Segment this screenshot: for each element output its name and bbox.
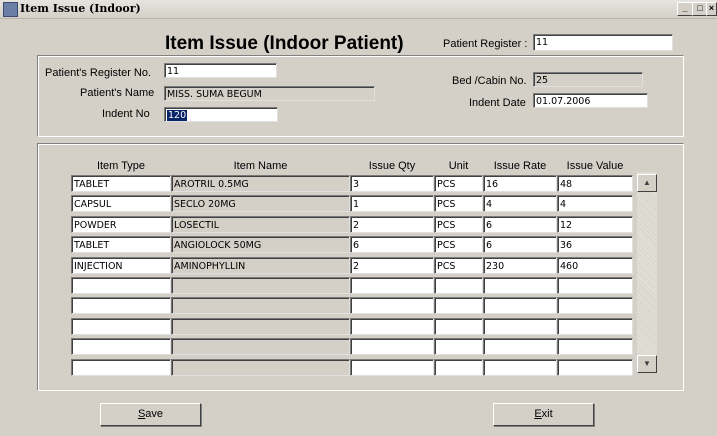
cell-issue-rate[interactable] (483, 297, 557, 314)
cell-unit[interactable] (434, 359, 483, 376)
cell-issue-rate[interactable] (483, 338, 557, 355)
cell-issue-value[interactable]: 36 (557, 236, 633, 253)
cell-item-name (171, 277, 350, 294)
cell-issue-qty[interactable]: 2 (350, 216, 434, 233)
cell-unit[interactable] (434, 318, 483, 335)
patient-name-field: MISS. SUMA BEGUM (164, 86, 375, 101)
cell-item-name: ANGIOLOCK 50MG (171, 236, 350, 253)
indent-date-label: Indent Date (469, 97, 526, 109)
cell-issue-qty[interactable]: 1 (350, 195, 434, 212)
cell-unit[interactable]: PCS (434, 195, 483, 212)
cell-item-name: SECLO 20MG (171, 195, 350, 212)
cell-issue-qty[interactable] (350, 338, 434, 355)
minimize-button[interactable]: _ (677, 2, 693, 16)
grid-scrollbar[interactable]: ▲ ▼ (637, 172, 657, 373)
form-heading: Item Issue (Indoor Patient) (165, 33, 404, 54)
cell-issue-value[interactable] (557, 318, 633, 335)
column-header-issue-qty: Issue Qty (368, 160, 416, 172)
cell-unit[interactable] (434, 297, 483, 314)
cell-issue-rate[interactable]: 6 (483, 216, 557, 233)
column-header-issue-value: Issue Value (566, 160, 624, 172)
cell-issue-rate[interactable]: 4 (483, 195, 557, 212)
indent-no-label: Indent No (102, 108, 150, 120)
cell-issue-value[interactable]: 48 (557, 175, 633, 192)
cell-issue-rate[interactable]: 6 (483, 236, 557, 253)
cell-item-type[interactable] (71, 359, 171, 376)
cell-item-type[interactable] (71, 277, 171, 294)
cell-issue-qty[interactable]: 2 (350, 257, 434, 274)
indent-date-input[interactable]: 01.07.2006 (533, 93, 648, 108)
cell-issue-rate[interactable] (483, 318, 557, 335)
cell-item-type[interactable]: CAPSUL (71, 195, 171, 212)
patient-register-input[interactable]: 11 (533, 34, 673, 51)
cell-unit[interactable] (434, 338, 483, 355)
cell-item-type[interactable] (71, 338, 171, 355)
column-header-item-type: Item Type (96, 160, 146, 172)
cell-issue-rate[interactable]: 230 (483, 257, 557, 274)
bed-cabin-field: 25 (533, 72, 643, 87)
cell-issue-qty[interactable] (350, 277, 434, 294)
patient-register-label: Patient Register : (443, 38, 528, 50)
cell-issue-qty[interactable] (350, 318, 434, 335)
indent-no-input[interactable]: 120 (164, 107, 278, 122)
cell-unit[interactable]: PCS (434, 175, 483, 192)
cell-issue-value[interactable]: 4 (557, 195, 633, 212)
cell-item-type[interactable] (71, 297, 171, 314)
cell-issue-value[interactable] (557, 297, 633, 314)
cell-issue-qty[interactable]: 6 (350, 236, 434, 253)
cell-item-type[interactable] (71, 318, 171, 335)
title-bar: Item Issue (Indoor) _ □ × (0, 0, 717, 19)
cell-issue-value[interactable]: 12 (557, 216, 633, 233)
column-header-unit: Unit (448, 160, 469, 172)
save-button[interactable]: Save (100, 403, 201, 426)
scroll-down-icon[interactable]: ▼ (637, 355, 657, 373)
exit-button[interactable]: Exit (493, 403, 594, 426)
cell-issue-qty[interactable]: 3 (350, 175, 434, 192)
cell-item-name: LOSECTIL (171, 216, 350, 233)
cell-issue-rate[interactable]: 16 (483, 175, 557, 192)
patient-name-label: Patient's Name (80, 87, 155, 99)
cell-unit[interactable]: PCS (434, 236, 483, 253)
cell-item-name (171, 338, 350, 355)
bed-cabin-label: Bed /Cabin No. (452, 75, 527, 87)
cell-issue-value[interactable] (557, 277, 633, 294)
cell-unit[interactable]: PCS (434, 216, 483, 233)
column-header-item-name: Item Name (233, 160, 288, 172)
cell-item-name (171, 359, 350, 376)
close-button[interactable]: × (706, 2, 717, 16)
cell-item-type[interactable]: TABLET (71, 175, 171, 192)
window-title: Item Issue (Indoor) (20, 2, 141, 15)
cell-item-name: AROTRIL 0.5MG (171, 175, 350, 192)
column-header-issue-rate: Issue Rate (493, 160, 547, 172)
cell-item-type[interactable]: INJECTION (71, 257, 171, 274)
cell-issue-value[interactable] (557, 338, 633, 355)
cell-unit[interactable]: PCS (434, 257, 483, 274)
cell-item-name (171, 318, 350, 335)
cell-item-name: AMINOPHYLLIN (171, 257, 350, 274)
register-no-label: Patient's Register No. (45, 67, 152, 79)
app-icon (3, 2, 18, 17)
cell-issue-rate[interactable] (483, 277, 557, 294)
cell-issue-qty[interactable] (350, 359, 434, 376)
cell-issue-value[interactable] (557, 359, 633, 376)
cell-item-type[interactable]: POWDER (71, 216, 171, 233)
scroll-up-icon[interactable]: ▲ (637, 174, 657, 192)
cell-issue-rate[interactable] (483, 359, 557, 376)
item-issue-window: Item Issue (Indoor) _ □ × Item Issue (In… (0, 0, 717, 436)
cell-item-type[interactable]: TABLET (71, 236, 171, 253)
indent-no-value: 120 (167, 110, 188, 121)
cell-item-name (171, 297, 350, 314)
cell-issue-qty[interactable] (350, 297, 434, 314)
cell-unit[interactable] (434, 277, 483, 294)
register-no-input[interactable]: 11 (164, 63, 277, 78)
cell-issue-value[interactable]: 460 (557, 257, 633, 274)
